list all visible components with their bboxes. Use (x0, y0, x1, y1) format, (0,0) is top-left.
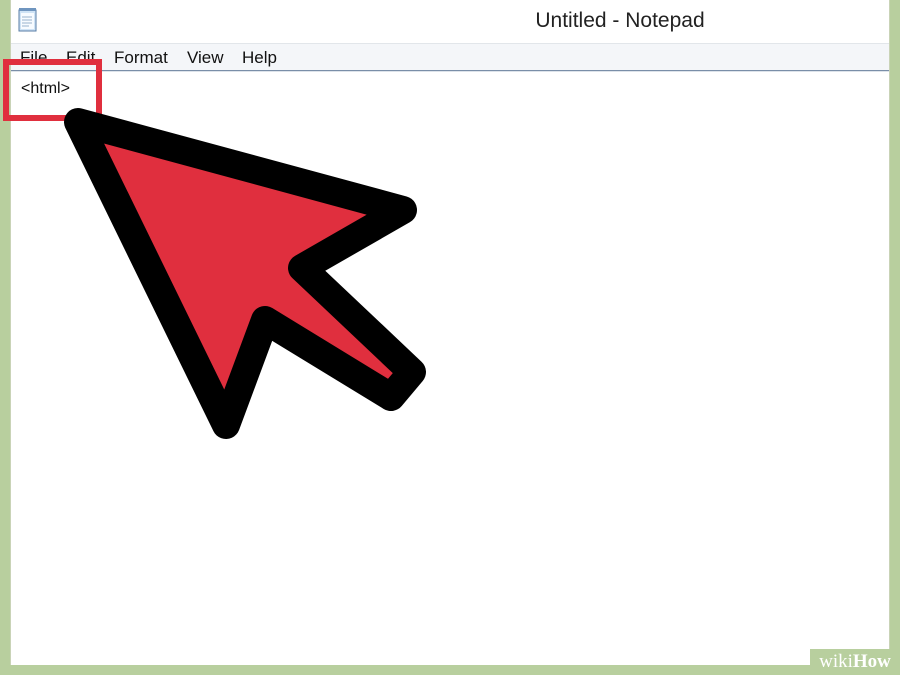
watermark-suffix: How (852, 651, 891, 672)
watermark-prefix: wiki (819, 651, 853, 672)
wikihow-watermark: wikiHow (810, 649, 900, 675)
pointer-arrow-icon (64, 108, 426, 439)
